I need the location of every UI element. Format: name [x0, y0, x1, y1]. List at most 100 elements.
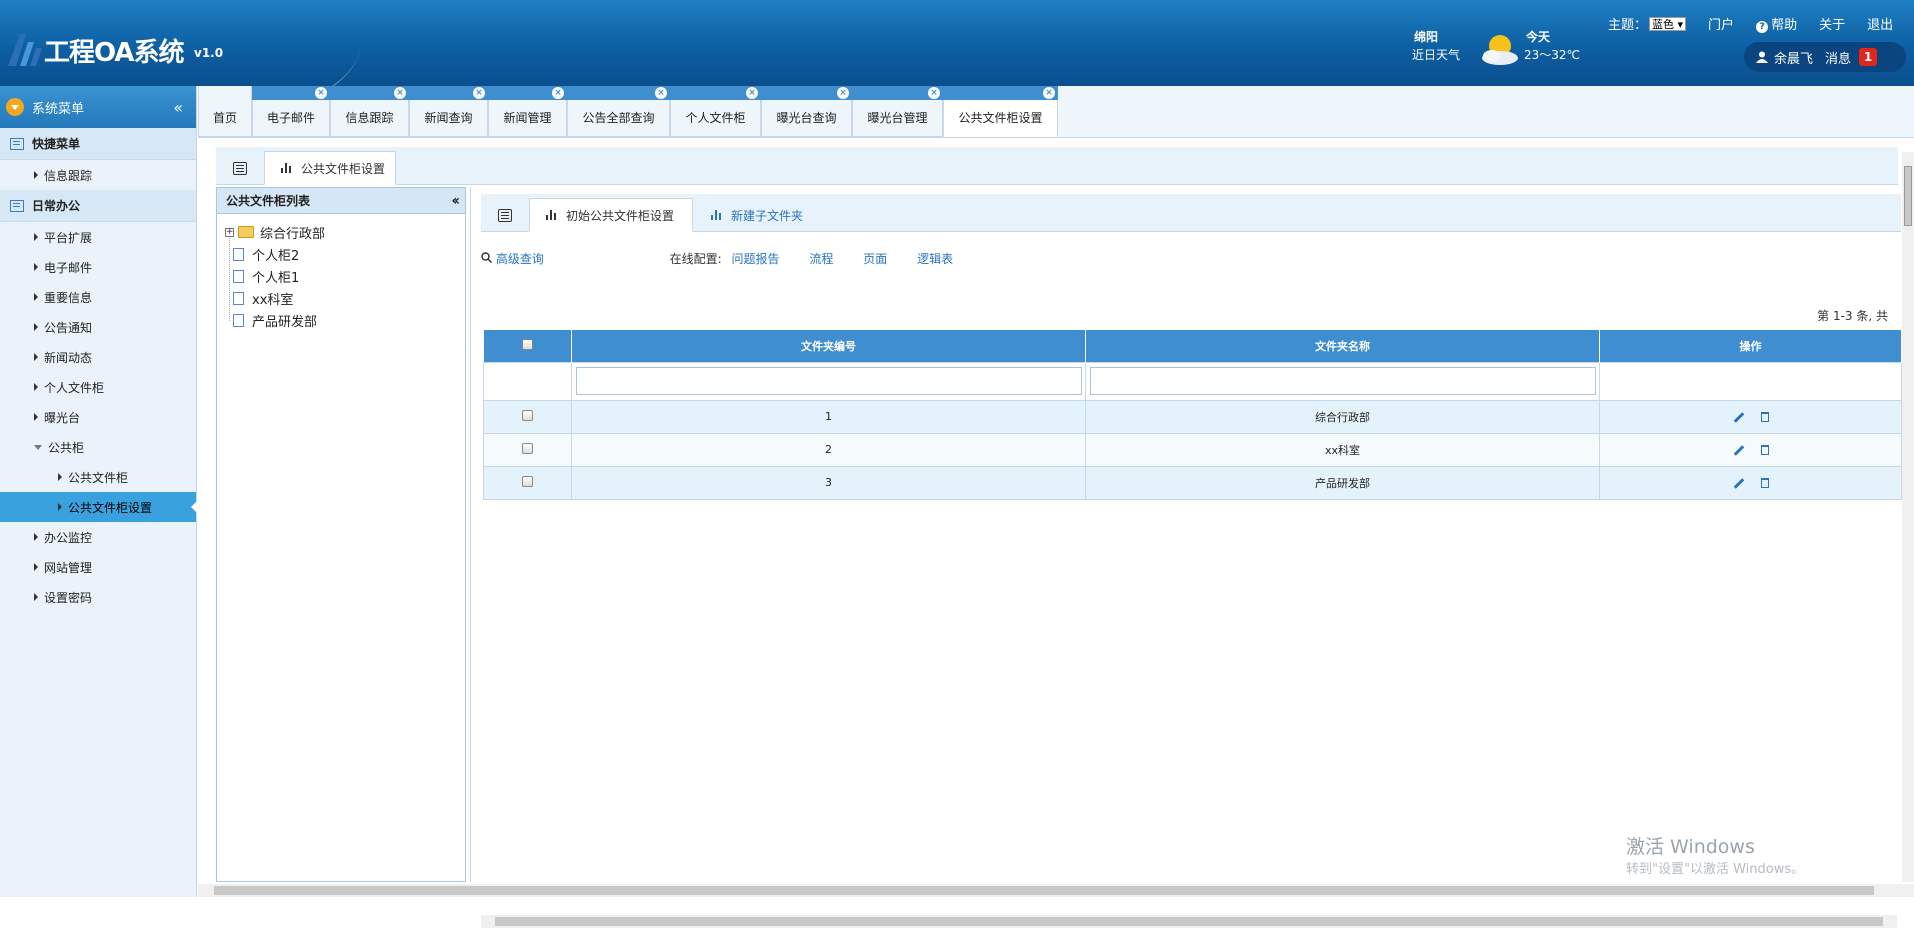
table-row[interactable]: 3 产品研发部: [483, 465, 1902, 500]
tab-personal-cabinet[interactable]: × 个人文件柜: [670, 86, 761, 137]
tab-news-query[interactable]: × 新闻查询: [409, 86, 488, 137]
page-vertical-scrollbar[interactable]: [1902, 152, 1914, 882]
help-link[interactable]: ? 帮助: [1756, 14, 1797, 33]
page-horizontal-scrollbar[interactable]: [198, 884, 1914, 897]
user-name[interactable]: 余晨飞: [1774, 48, 1813, 67]
messages-badge[interactable]: 1: [1859, 48, 1878, 66]
column-header-folder-name[interactable]: 文件夹名称: [1085, 330, 1600, 362]
tab-email[interactable]: × 电子邮件: [252, 86, 330, 137]
delete-icon[interactable]: [1760, 478, 1769, 488]
sidebar-item-label: 信息跟踪: [44, 168, 93, 183]
tab-initial-settings[interactable]: 初始公共文件柜设置: [529, 198, 693, 232]
scrollbar-thumb[interactable]: [495, 917, 1883, 926]
close-tab-icon[interactable]: ×: [928, 87, 940, 99]
tab-info-tracking[interactable]: × 信息跟踪: [330, 86, 409, 137]
workspace-horizontal-scrollbar[interactable]: [481, 915, 1897, 928]
tab-new-subfolder[interactable]: 新建子文件夹: [697, 198, 817, 232]
sidebar-subitem-public-file-cabinet[interactable]: 公共文件柜: [0, 462, 196, 492]
tab-label: 公告全部查询: [582, 111, 655, 125]
close-tab-icon[interactable]: ×: [473, 87, 485, 99]
logic-table-link[interactable]: 逻辑表: [917, 252, 953, 266]
tree-header: 公共文件柜列表 ‹‹: [217, 188, 465, 214]
close-tab-icon[interactable]: ×: [315, 87, 327, 99]
group-quick-menu[interactable]: 快捷菜单: [0, 128, 196, 160]
scrollbar-thumb[interactable]: [1904, 166, 1912, 226]
portal-link[interactable]: 门户: [1708, 14, 1734, 33]
issue-report-link[interactable]: 问题报告: [732, 252, 780, 266]
workspace-list-tab[interactable]: [481, 198, 529, 232]
tab-exposure-query[interactable]: × 曝光台查询: [761, 86, 852, 137]
panel-list-tab[interactable]: [216, 151, 264, 185]
sidebar-item-site-management[interactable]: 网站管理: [0, 552, 196, 582]
table-row[interactable]: 2 xx科室: [483, 432, 1902, 467]
folder-name-filter-input[interactable]: [1089, 367, 1596, 395]
sidebar-item-public-cabinet[interactable]: 公共柜: [0, 432, 196, 462]
row-checkbox[interactable]: [522, 442, 533, 454]
tab-label: 新闻管理: [503, 111, 552, 125]
theme-select[interactable]: 蓝色 ▾: [1649, 16, 1687, 31]
tree-node-xx-office[interactable]: xx科室: [225, 288, 293, 308]
sidebar-item-office-monitor[interactable]: 办公监控: [0, 522, 196, 552]
sidebar-item-set-password[interactable]: 设置密码: [0, 582, 196, 612]
folder-id-filter-input[interactable]: [575, 367, 1082, 395]
caret-right-icon: [34, 233, 38, 241]
sidebar-item-exposure[interactable]: 曝光台: [0, 402, 196, 432]
close-tab-icon[interactable]: ×: [837, 87, 849, 99]
messages-link[interactable]: 消息: [1825, 48, 1851, 67]
close-tab-icon[interactable]: ×: [655, 87, 667, 99]
table-row[interactable]: 1 综合行政部: [483, 399, 1902, 434]
sidebar-subitem-public-cabinet-settings[interactable]: 公共文件柜设置: [0, 492, 197, 522]
tree-node-personal-1[interactable]: 个人柜1: [225, 266, 299, 286]
sidebar-item-news[interactable]: 新闻动态: [0, 342, 196, 372]
tree-node-label: 个人柜1: [252, 270, 300, 286]
workflow-link[interactable]: 流程: [809, 252, 833, 266]
edit-icon[interactable]: [1733, 477, 1744, 489]
tab-notice-query[interactable]: × 公告全部查询: [567, 86, 670, 137]
select-all-checkbox[interactable]: [521, 338, 533, 350]
close-tab-icon[interactable]: ×: [552, 87, 564, 99]
group-quick-menu-label: 快捷菜单: [32, 137, 81, 151]
close-tab-icon[interactable]: ×: [394, 87, 406, 99]
sidebar-item-personal-cabinet[interactable]: 个人文件柜: [0, 372, 196, 402]
sidebar-item-email[interactable]: 电子邮件: [0, 252, 196, 282]
close-tab-icon[interactable]: ×: [746, 87, 758, 99]
edit-icon[interactable]: [1733, 411, 1744, 423]
tree-node-admin[interactable]: + 综合行政部: [225, 222, 325, 242]
expand-icon[interactable]: +: [225, 227, 234, 237]
select-all-header[interactable]: [483, 330, 572, 362]
advanced-search-link[interactable]: 高级查询: [481, 252, 548, 266]
collapse-sidebar-icon[interactable]: ‹‹: [173, 98, 183, 117]
tree-node-personal-2[interactable]: 个人柜2: [225, 244, 299, 264]
weather-city: 绵阳: [1414, 30, 1439, 44]
tab-home[interactable]: 首页: [198, 86, 252, 137]
logout-link[interactable]: 退出: [1867, 14, 1893, 33]
content-area: 公共文件柜设置 公共文件柜列表 ‹‹ + 综合行政部 个人柜2 个人柜1 xx科…: [198, 139, 1914, 928]
sidebar-item-platform[interactable]: 平台扩展: [0, 222, 196, 252]
column-header-folder-id[interactable]: 文件夹编号: [571, 330, 1086, 362]
collapse-tree-icon[interactable]: ‹‹: [451, 193, 459, 209]
row-checkbox[interactable]: [522, 409, 533, 421]
delete-icon[interactable]: [1760, 445, 1769, 455]
panel-tab-cabinet-settings[interactable]: 公共文件柜设置: [264, 151, 396, 185]
advanced-search-label: 高级查询: [495, 252, 544, 266]
tab-news-management[interactable]: × 新闻管理: [488, 86, 567, 137]
actions-cell: [1599, 465, 1902, 500]
tree-node-rnd[interactable]: 产品研发部: [225, 310, 317, 330]
page-link[interactable]: 页面: [863, 252, 887, 266]
about-link[interactable]: 关于: [1819, 14, 1845, 33]
delete-icon[interactable]: [1760, 412, 1769, 422]
header-links: 主题： 蓝色 ▾ 门户 ? 帮助 关于 退出: [1608, 14, 1893, 33]
group-daily-office[interactable]: 日常办公: [0, 190, 196, 222]
sidebar-item-important-info[interactable]: 重要信息: [0, 282, 196, 312]
tab-public-cabinet-settings[interactable]: × 公共文件柜设置: [943, 86, 1058, 137]
row-checkbox[interactable]: [522, 475, 533, 487]
menu-toggle-icon[interactable]: [6, 98, 24, 116]
tab-exposure-management[interactable]: × 曝光台管理: [852, 86, 943, 137]
sidebar-item-notices[interactable]: 公告通知: [0, 312, 196, 342]
scrollbar-thumb[interactable]: [214, 886, 1874, 895]
close-tab-icon[interactable]: ×: [1043, 87, 1055, 99]
edit-icon[interactable]: [1733, 444, 1744, 456]
sidebar-item-label: 公共文件柜设置: [68, 500, 153, 515]
folder-name-cell: xx科室: [1085, 432, 1600, 467]
sidebar-item-info-tracking[interactable]: 信息跟踪: [0, 160, 196, 190]
